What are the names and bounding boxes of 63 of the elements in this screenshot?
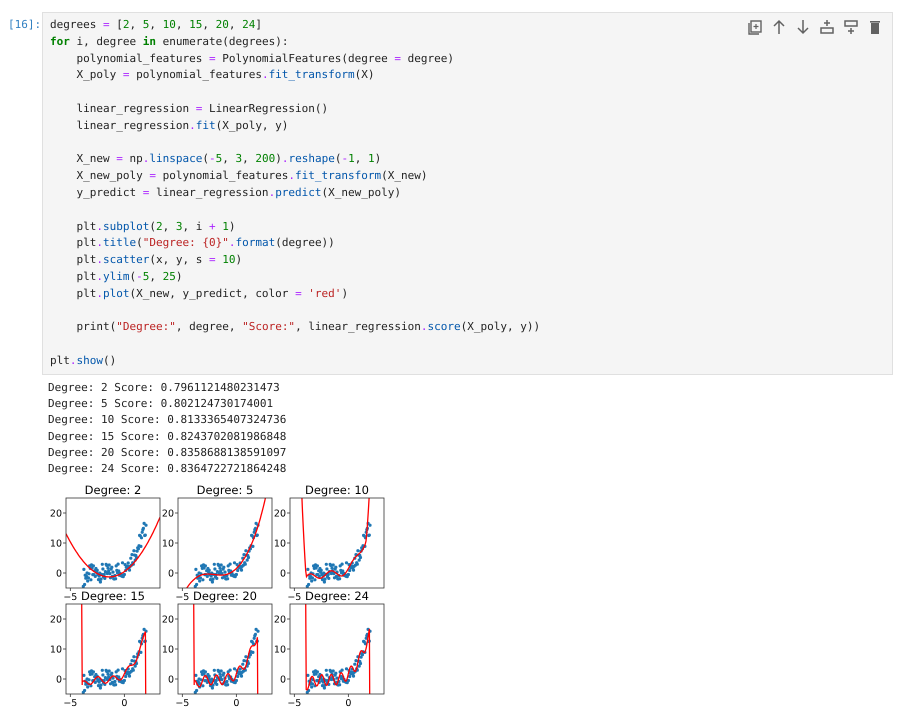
tick-label: 10	[50, 644, 62, 656]
code-line: plt.plot(X_new, y_predict, color = 'red')	[75, 286, 348, 302]
code-line: for i, degree in enumerate(degrees):	[50, 34, 288, 50]
code-line: X_new = np.linspace(-5, 3, 200).reshape(-1, 1)	[75, 151, 382, 168]
code-line: X_new_poly = polynomial_features.fit_transform(X_new)	[75, 168, 428, 184]
tick-label: −5	[175, 592, 190, 603]
arrow-down-icon	[795, 19, 811, 35]
tick-label: 10	[162, 538, 174, 550]
code-line: X_poly = polynomial_features.fit_transform(X)	[75, 67, 375, 84]
output-line: Degree: 2 Score: 0.7961121480231473	[48, 380, 280, 396]
output-line: Degree: 5 Score: 0.802124730174001	[48, 396, 274, 412]
tick-label: 20	[274, 508, 286, 520]
arrow-up-icon	[771, 19, 787, 35]
tick-label: 0	[168, 674, 174, 686]
output-line: Degree: 15 Score: 0.8243702081986848	[48, 428, 286, 445]
tick-label: −5	[63, 592, 78, 603]
tick-label: 0	[56, 568, 62, 580]
cell-prompt: [16]:	[8, 17, 42, 33]
code-line: polynomial_features = PolynomialFeatures(degree = degree)	[75, 50, 454, 67]
duplicate-icon	[747, 19, 763, 35]
code-line: degrees = [2, 5, 10, 15, 20, 24]	[50, 17, 262, 33]
code-editor[interactable]	[42, 12, 893, 375]
code-line: plt.subplot(2, 3, i + 1)	[75, 218, 236, 235]
tick-label: 20	[162, 508, 174, 520]
trash-icon	[867, 19, 883, 35]
tick-label: 20	[162, 614, 174, 626]
plot-title: Degree: 20	[192, 588, 258, 603]
tick-label: 10	[274, 644, 286, 656]
insert-above-icon	[819, 19, 835, 35]
tick-label: −5	[287, 698, 302, 709]
tick-label: 10	[162, 644, 174, 656]
code-line: y_predict = linear_regression.predict(X_new_poly)	[75, 184, 402, 201]
plot-title: Degree: 24	[304, 588, 370, 603]
tick-label: 0	[280, 674, 286, 686]
tick-label: 0	[121, 698, 128, 709]
tick-label: 0	[56, 674, 62, 686]
tick-label: −5	[175, 698, 190, 709]
code-line: linear_regression.fit(X_poly, y)	[75, 118, 288, 134]
output-line: Degree: 10 Score: 0.8133365407324736	[48, 412, 286, 428]
code-line: linear_regression = LinearRegression()	[75, 100, 328, 117]
tick-label: −5	[63, 698, 78, 709]
plot-title: Degree: 2	[84, 482, 142, 497]
plot-title: Degree: 15	[80, 588, 146, 603]
tick-label: 0	[345, 698, 352, 709]
output-line: Degree: 20 Score: 0.8358688138591097	[48, 444, 286, 461]
output-line: Degree: 24 Score: 0.8364722721864248	[48, 461, 286, 478]
tick-label: 10	[50, 538, 62, 550]
code-line: plt.title("Degree: {0}".format(degree))	[75, 235, 335, 252]
code-line: plt.ylim(-5, 25)	[75, 268, 182, 285]
code-line: print("Degree:", degree, "Score:", linear_regression.score(X_poly, y))	[75, 319, 540, 336]
tick-label: 20	[50, 508, 62, 520]
tick-label: 0	[168, 568, 174, 580]
code-line: plt.show()	[50, 352, 116, 369]
code-line: plt.scatter(x, y, s = 10)	[75, 252, 242, 268]
plot-title: Degree: 10	[304, 482, 370, 497]
tick-label: 20	[274, 614, 286, 626]
plot-title: Degree: 5	[196, 482, 254, 497]
tick-label: 10	[274, 538, 286, 550]
tick-label: 20	[50, 614, 62, 626]
tick-label: 0	[233, 698, 240, 709]
insert-below-icon	[843, 19, 859, 35]
tick-label: 0	[280, 568, 286, 580]
tick-label: −5	[287, 592, 302, 603]
